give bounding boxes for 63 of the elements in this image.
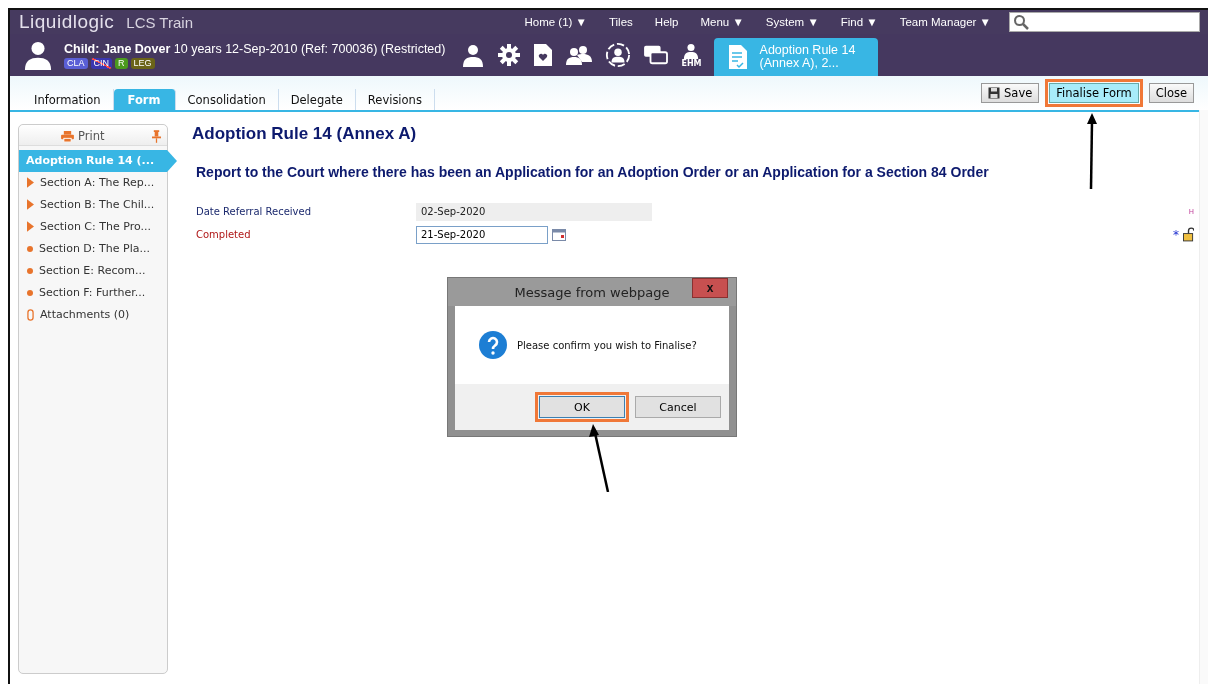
gear-icon[interactable] bbox=[497, 43, 522, 67]
menu-item[interactable]: Team Manager ▼ bbox=[899, 16, 991, 28]
sidebar-item[interactable]: Section A: The Rep... bbox=[19, 172, 167, 194]
document-check-icon bbox=[727, 44, 748, 70]
menu-item[interactable]: Tiles bbox=[608, 16, 633, 28]
document-heart-icon[interactable] bbox=[533, 43, 554, 67]
pin-icon[interactable] bbox=[152, 129, 161, 143]
status-tag: R bbox=[115, 57, 128, 69]
menu-item[interactable]: Help bbox=[654, 16, 679, 28]
product-name: LCS Train bbox=[126, 13, 193, 31]
padlock-open-icon[interactable] bbox=[1183, 227, 1194, 242]
readonly-field: 02-Sep-2020 bbox=[416, 202, 652, 221]
field-label: Date Referral Received bbox=[196, 206, 313, 217]
required-mark: * bbox=[1173, 227, 1179, 242]
form-subtitle: Report to the Court where there has been an Application for an Adoption Order or an Application for a Section 84 Order bbox=[196, 164, 990, 180]
pointer-arrow bbox=[589, 424, 611, 492]
form-title: Adoption Rule 14 (Annex A) bbox=[192, 124, 418, 144]
status-tag: CLA bbox=[64, 57, 88, 69]
triangle-icon bbox=[27, 199, 34, 210]
dot-icon bbox=[27, 267, 33, 274]
triangle-icon bbox=[27, 221, 34, 232]
sidebar-item[interactable]: Section B: The Chil... bbox=[19, 194, 167, 216]
close-button[interactable]: x bbox=[692, 278, 728, 298]
menu-item[interactable]: Menu ▼ bbox=[700, 16, 744, 28]
sidebar-item[interactable]: Section C: The Pro... bbox=[19, 216, 167, 238]
print-button[interactable]: Print bbox=[61, 129, 105, 143]
question-icon bbox=[479, 331, 507, 359]
save-button[interactable]: Save bbox=[981, 83, 1040, 103]
person-summary: Child: Jane Dover 10 years 12-Sep-2010 (Ref: 700036) (Restricted) bbox=[64, 41, 446, 56]
printer-icon bbox=[61, 130, 74, 142]
close-button[interactable]: Close bbox=[1148, 83, 1194, 103]
date-field[interactable]: 21-Sep-2020 bbox=[416, 225, 548, 244]
dialog-message: Please confirm you wish to Finalise? bbox=[517, 339, 697, 351]
tab[interactable]: Delegate bbox=[278, 89, 356, 110]
dot-icon bbox=[27, 289, 33, 296]
menu-item[interactable]: Home (1) ▼ bbox=[524, 16, 587, 28]
person-icon[interactable] bbox=[461, 43, 486, 67]
search-icon bbox=[1013, 14, 1029, 30]
group-icon[interactable] bbox=[565, 43, 594, 67]
sidebar-item[interactable]: Section D: The Pla... bbox=[19, 238, 167, 260]
cancel-button[interactable]: Cancel bbox=[635, 396, 721, 418]
windows-icon[interactable] bbox=[643, 44, 670, 66]
app-logo: Liquidlogic bbox=[19, 11, 115, 33]
ok-button[interactable]: OK bbox=[539, 396, 625, 418]
person-silhouette-icon bbox=[24, 40, 52, 70]
sidebar-item[interactable]: Attachments (0) bbox=[19, 304, 167, 326]
search-field[interactable] bbox=[1009, 12, 1200, 32]
menu-item[interactable]: Find ▼ bbox=[840, 16, 878, 28]
triangle-icon bbox=[27, 177, 34, 188]
tab[interactable]: Revisions bbox=[355, 89, 435, 110]
finalise-button[interactable]: Finalise Form bbox=[1049, 83, 1139, 103]
calendar-icon[interactable] bbox=[552, 228, 566, 241]
dot-icon bbox=[27, 245, 33, 252]
field-label: Completed bbox=[196, 229, 252, 240]
tab[interactable]: Information bbox=[22, 89, 114, 110]
tab[interactable]: Consolidation bbox=[175, 89, 279, 110]
status-tag: LEG bbox=[130, 57, 155, 69]
paperclip-icon bbox=[27, 308, 34, 321]
person-circle-icon[interactable] bbox=[605, 42, 632, 68]
sidebar-item[interactable]: Section F: Further... bbox=[19, 282, 167, 304]
sidebar-item[interactable]: Section E: Recom... bbox=[19, 260, 167, 282]
menu-item[interactable]: System ▼ bbox=[765, 16, 819, 28]
dialog-title: Message from webpage bbox=[514, 284, 670, 300]
